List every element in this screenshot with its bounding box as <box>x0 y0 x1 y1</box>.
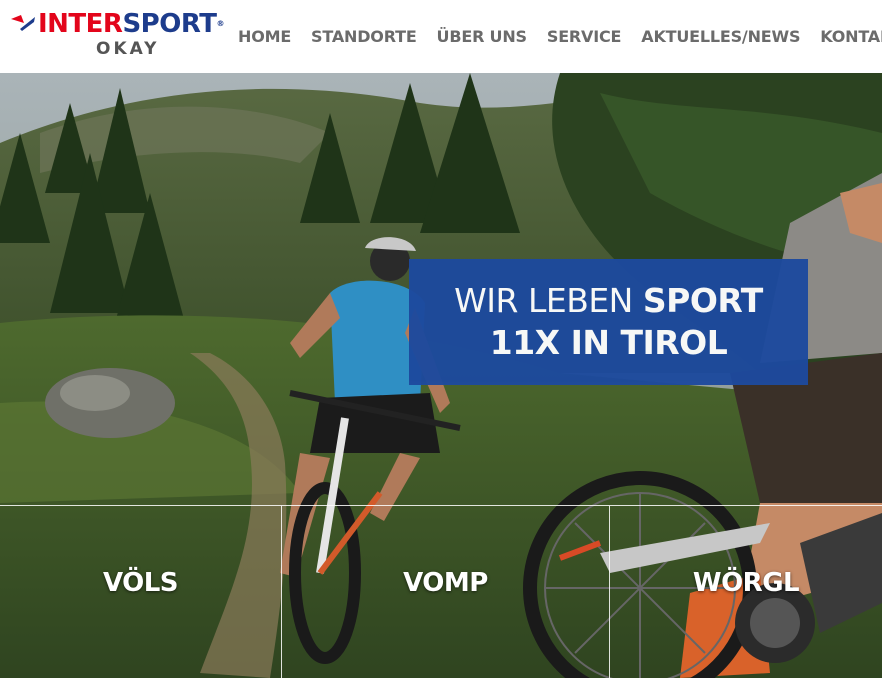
intersport-okay-logo[interactable]: INTERSPORT® OKAY <box>10 8 230 64</box>
nav-standorte[interactable]: STANDORTE <box>311 25 417 49</box>
logo-wordmark: INTERSPORT® <box>38 9 224 39</box>
logo-subtitle: OKAY <box>96 39 160 59</box>
hero-claim-line-1: WIR LEBEN SPORT <box>454 281 763 320</box>
nav-kontakt[interactable]: KONTAKT <box>820 25 882 49</box>
nav-aktuelles-news[interactable]: AKTUELLES/NEWS <box>641 25 800 49</box>
location-tile-vomp[interactable]: VOMP <box>281 505 609 678</box>
nav-ueber-uns[interactable]: ÜBER UNS <box>437 25 528 49</box>
main-navigation: HOME STANDORTE ÜBER UNS SERVICE AKTUELLE… <box>238 25 882 49</box>
site-header: INTERSPORT® OKAY HOME STANDORTE ÜBER UNS… <box>0 0 882 73</box>
intersport-swoosh-icon <box>11 15 35 31</box>
location-tile-label: WÖRGL <box>692 568 800 598</box>
hero-claim-line-2: 11X IN TIROL <box>489 323 728 362</box>
nav-home[interactable]: HOME <box>238 25 291 49</box>
location-tile-woergl[interactable]: WÖRGL <box>609 505 882 678</box>
location-tile-label: VOMP <box>403 568 488 598</box>
location-tiles: VÖLS VOMP WÖRGL <box>0 505 882 678</box>
location-tile-label: VÖLS <box>102 568 179 598</box>
nav-service[interactable]: SERVICE <box>547 25 622 49</box>
hero-banner: WIR LEBEN SPORT 11X IN TIROL VÖLS VOMP W… <box>0 73 882 678</box>
hero-claim-box: WIR LEBEN SPORT 11X IN TIROL <box>409 259 808 385</box>
location-tile-voels[interactable]: VÖLS <box>0 505 281 678</box>
